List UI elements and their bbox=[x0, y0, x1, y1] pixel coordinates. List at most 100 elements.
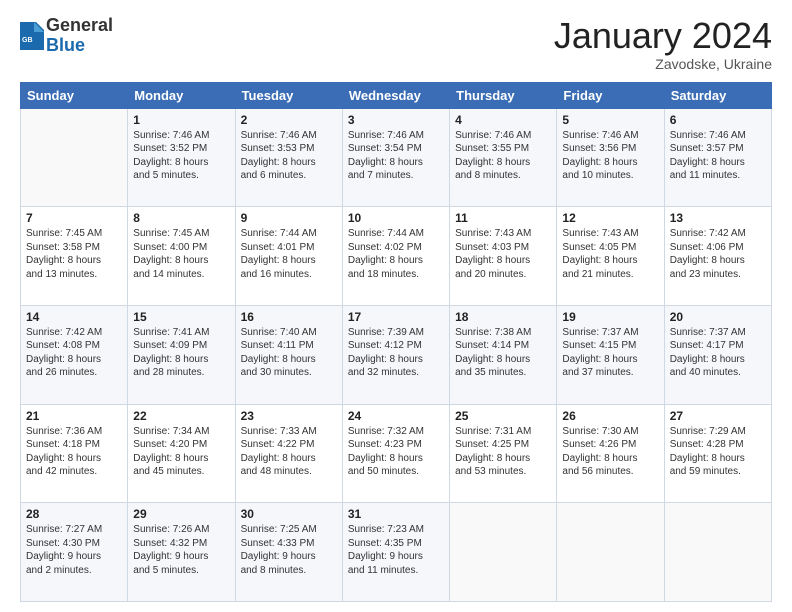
day-number: 6 bbox=[670, 113, 766, 127]
day-number: 10 bbox=[348, 211, 444, 225]
day-info: Sunrise: 7:42 AM Sunset: 4:08 PM Dayligh… bbox=[26, 326, 122, 380]
logo-general-text: General bbox=[46, 16, 113, 36]
day-cell: 10 Sunrise: 7:44 AM Sunset: 4:02 PM Dayli… bbox=[342, 207, 449, 306]
day-number: 24 bbox=[348, 409, 444, 423]
day-info: Sunrise: 7:42 AM Sunset: 4:06 PM Dayligh… bbox=[670, 227, 766, 281]
day-info: Sunrise: 7:44 AM Sunset: 4:01 PM Dayligh… bbox=[241, 227, 337, 281]
day-cell: 2 Sunrise: 7:46 AM Sunset: 3:53 PM Daylig… bbox=[235, 108, 342, 207]
day-number: 21 bbox=[26, 409, 122, 423]
col-saturday: Saturday bbox=[664, 82, 771, 108]
col-thursday: Thursday bbox=[450, 82, 557, 108]
day-info: Sunrise: 7:23 AM Sunset: 4:35 PM Dayligh… bbox=[348, 523, 444, 577]
day-cell: 25Sunrise: 7:31 AM Sunset: 4:25 PM Dayli… bbox=[450, 404, 557, 503]
day-info: Sunrise: 7:29 AM Sunset: 4:28 PM Dayligh… bbox=[670, 425, 766, 479]
day-number: 19 bbox=[562, 310, 658, 324]
day-number: 18 bbox=[455, 310, 551, 324]
logo-icon: GB bbox=[20, 22, 44, 50]
day-info: Sunrise: 7:46 AM Sunset: 3:56 PM Dayligh… bbox=[562, 129, 658, 183]
day-info: Sunrise: 7:25 AM Sunset: 4:33 PM Dayligh… bbox=[241, 523, 337, 577]
day-number: 22 bbox=[133, 409, 229, 423]
day-cell: 12 Sunrise: 7:43 AM Sunset: 4:05 PM Dayli… bbox=[557, 207, 664, 306]
col-wednesday: Wednesday bbox=[342, 82, 449, 108]
day-cell: 11Sunrise: 7:43 AM Sunset: 4:03 PM Dayli… bbox=[450, 207, 557, 306]
day-number: 26 bbox=[562, 409, 658, 423]
day-cell bbox=[21, 108, 128, 207]
day-cell: 23Sunrise: 7:33 AM Sunset: 4:22 PM Dayli… bbox=[235, 404, 342, 503]
day-info: Sunrise: 7:43 AM Sunset: 4:03 PM Dayligh… bbox=[455, 227, 551, 281]
day-cell bbox=[450, 503, 557, 602]
day-info: Sunrise: 7:26 AM Sunset: 4:32 PM Dayligh… bbox=[133, 523, 229, 577]
day-cell: 26Sunrise: 7:30 AM Sunset: 4:26 PM Dayli… bbox=[557, 404, 664, 503]
day-number: 16 bbox=[241, 310, 337, 324]
day-cell: 9Sunrise: 7:44 AM Sunset: 4:01 PM Daylig… bbox=[235, 207, 342, 306]
week-row-2: 14 Sunrise: 7:42 AM Sunset: 4:08 PM Dayli… bbox=[21, 305, 772, 404]
logo-text: General Blue bbox=[46, 16, 113, 56]
day-info: Sunrise: 7:44 AM Sunset: 4:02 PM Dayligh… bbox=[348, 227, 444, 281]
day-number: 14 bbox=[26, 310, 122, 324]
day-info: Sunrise: 7:46 AM Sunset: 3:52 PM Dayligh… bbox=[133, 129, 229, 183]
day-info: Sunrise: 7:39 AM Sunset: 4:12 PM Dayligh… bbox=[348, 326, 444, 380]
day-number: 4 bbox=[455, 113, 551, 127]
month-title: January 2024 bbox=[554, 16, 772, 56]
day-cell: 7 Sunrise: 7:45 AM Sunset: 3:58 PM Daylig… bbox=[21, 207, 128, 306]
day-info: Sunrise: 7:46 AM Sunset: 3:54 PM Dayligh… bbox=[348, 129, 444, 183]
day-cell: 16Sunrise: 7:40 AM Sunset: 4:11 PM Dayli… bbox=[235, 305, 342, 404]
location-subtitle: Zavodske, Ukraine bbox=[554, 56, 772, 72]
day-info: Sunrise: 7:43 AM Sunset: 4:05 PM Dayligh… bbox=[562, 227, 658, 281]
day-cell: 19 Sunrise: 7:37 AM Sunset: 4:15 PM Dayli… bbox=[557, 305, 664, 404]
day-cell: 20 Sunrise: 7:37 AM Sunset: 4:17 PM Dayli… bbox=[664, 305, 771, 404]
day-info: Sunrise: 7:45 AM Sunset: 4:00 PM Dayligh… bbox=[133, 227, 229, 281]
calendar-body: 1Sunrise: 7:46 AM Sunset: 3:52 PM Daylig… bbox=[21, 108, 772, 601]
day-number: 12 bbox=[562, 211, 658, 225]
day-cell: 17 Sunrise: 7:39 AM Sunset: 4:12 PM Dayli… bbox=[342, 305, 449, 404]
day-info: Sunrise: 7:34 AM Sunset: 4:20 PM Dayligh… bbox=[133, 425, 229, 479]
day-number: 28 bbox=[26, 507, 122, 521]
col-sunday: Sunday bbox=[21, 82, 128, 108]
week-row-1: 7 Sunrise: 7:45 AM Sunset: 3:58 PM Daylig… bbox=[21, 207, 772, 306]
header: GB General Blue January 2024 Zavodske, U… bbox=[20, 16, 772, 72]
day-number: 2 bbox=[241, 113, 337, 127]
day-info: Sunrise: 7:37 AM Sunset: 4:17 PM Dayligh… bbox=[670, 326, 766, 380]
day-number: 30 bbox=[241, 507, 337, 521]
col-tuesday: Tuesday bbox=[235, 82, 342, 108]
day-cell: 18Sunrise: 7:38 AM Sunset: 4:14 PM Dayli… bbox=[450, 305, 557, 404]
logo: GB General Blue bbox=[20, 16, 113, 56]
day-number: 5 bbox=[562, 113, 658, 127]
day-info: Sunrise: 7:41 AM Sunset: 4:09 PM Dayligh… bbox=[133, 326, 229, 380]
day-cell bbox=[557, 503, 664, 602]
day-number: 20 bbox=[670, 310, 766, 324]
col-friday: Friday bbox=[557, 82, 664, 108]
day-info: Sunrise: 7:36 AM Sunset: 4:18 PM Dayligh… bbox=[26, 425, 122, 479]
svg-text:GB: GB bbox=[22, 37, 33, 44]
day-info: Sunrise: 7:46 AM Sunset: 3:55 PM Dayligh… bbox=[455, 129, 551, 183]
day-cell: 14 Sunrise: 7:42 AM Sunset: 4:08 PM Dayli… bbox=[21, 305, 128, 404]
day-number: 29 bbox=[133, 507, 229, 521]
day-number: 25 bbox=[455, 409, 551, 423]
day-cell: 5 Sunrise: 7:46 AM Sunset: 3:56 PM Daylig… bbox=[557, 108, 664, 207]
day-number: 31 bbox=[348, 507, 444, 521]
day-info: Sunrise: 7:46 AM Sunset: 3:57 PM Dayligh… bbox=[670, 129, 766, 183]
day-number: 23 bbox=[241, 409, 337, 423]
day-cell: 27 Sunrise: 7:29 AM Sunset: 4:28 PM Dayli… bbox=[664, 404, 771, 503]
day-cell: 29 Sunrise: 7:26 AM Sunset: 4:32 PM Dayli… bbox=[128, 503, 235, 602]
logo-blue-text: Blue bbox=[46, 36, 113, 56]
day-cell: 21 Sunrise: 7:36 AM Sunset: 4:18 PM Dayli… bbox=[21, 404, 128, 503]
day-cell: 13Sunrise: 7:42 AM Sunset: 4:06 PM Dayli… bbox=[664, 207, 771, 306]
day-number: 27 bbox=[670, 409, 766, 423]
header-row: Sunday Monday Tuesday Wednesday Thursday… bbox=[21, 82, 772, 108]
page: GB General Blue January 2024 Zavodske, U… bbox=[0, 0, 792, 612]
calendar-header: Sunday Monday Tuesday Wednesday Thursday… bbox=[21, 82, 772, 108]
day-cell: 22 Sunrise: 7:34 AM Sunset: 4:20 PM Dayli… bbox=[128, 404, 235, 503]
day-number: 7 bbox=[26, 211, 122, 225]
day-info: Sunrise: 7:45 AM Sunset: 3:58 PM Dayligh… bbox=[26, 227, 122, 281]
day-info: Sunrise: 7:46 AM Sunset: 3:53 PM Dayligh… bbox=[241, 129, 337, 183]
day-info: Sunrise: 7:32 AM Sunset: 4:23 PM Dayligh… bbox=[348, 425, 444, 479]
day-cell: 15Sunrise: 7:41 AM Sunset: 4:09 PM Dayli… bbox=[128, 305, 235, 404]
day-number: 3 bbox=[348, 113, 444, 127]
day-cell: 30 Sunrise: 7:25 AM Sunset: 4:33 PM Dayli… bbox=[235, 503, 342, 602]
day-cell: 4 Sunrise: 7:46 AM Sunset: 3:55 PM Daylig… bbox=[450, 108, 557, 207]
day-cell: 3 Sunrise: 7:46 AM Sunset: 3:54 PM Daylig… bbox=[342, 108, 449, 207]
day-info: Sunrise: 7:37 AM Sunset: 4:15 PM Dayligh… bbox=[562, 326, 658, 380]
day-cell: 1Sunrise: 7:46 AM Sunset: 3:52 PM Daylig… bbox=[128, 108, 235, 207]
day-number: 17 bbox=[348, 310, 444, 324]
